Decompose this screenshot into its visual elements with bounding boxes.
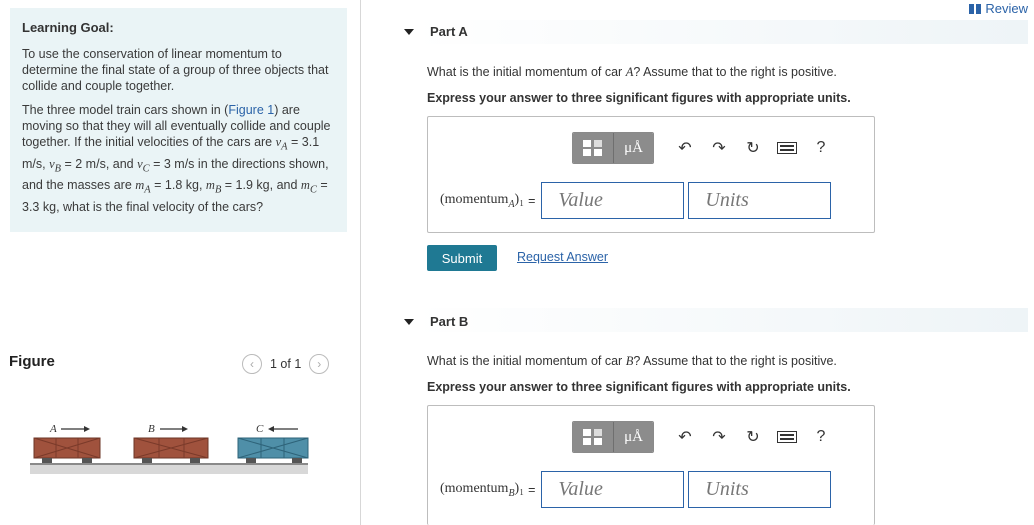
templates-button[interactable] xyxy=(573,422,613,452)
velocity-c-value: = 3 m/s xyxy=(149,156,195,171)
part-a-units-input[interactable]: Units xyxy=(688,182,832,219)
part-a-header-bar xyxy=(414,20,1028,44)
problem-statement: The three model train cars shown in (Fig… xyxy=(22,103,331,214)
keyboard-icon[interactable] xyxy=(770,422,804,452)
mass-a-value: = 1.8 kg xyxy=(150,178,199,192)
car-c: C xyxy=(237,423,309,463)
submit-button[interactable]: Submit xyxy=(427,245,497,271)
part-b-instruction: Express your answer to three significant… xyxy=(427,380,851,394)
part-a-header[interactable]: Part A xyxy=(404,24,468,39)
equals-sign: = xyxy=(528,193,536,208)
figure-pager: ‹ 1 of 1 › xyxy=(242,354,330,374)
undo-icon[interactable]: ↶ xyxy=(668,422,702,452)
train-cars-figure: A B C xyxy=(30,423,309,474)
redo-icon[interactable]: ↷ xyxy=(702,133,736,163)
panel-divider xyxy=(360,0,361,525)
review-label: Review xyxy=(985,1,1028,16)
part-a-title: Part A xyxy=(430,24,468,39)
templates-button[interactable] xyxy=(573,133,613,163)
template-buttons: μÅ xyxy=(572,421,654,453)
velocity-a-symbol: vA xyxy=(275,135,288,153)
collapse-triangle-icon xyxy=(404,318,414,325)
templates-icon xyxy=(583,429,602,445)
velocity-c-symbol: vC xyxy=(137,156,150,175)
help-icon[interactable]: ? xyxy=(804,133,838,163)
help-icon[interactable]: ? xyxy=(804,422,838,452)
part-a-answer-box: μÅ ↶ ↷ ↻ ? (momentumA)₁ = Value Units xyxy=(427,116,875,233)
car-b: B xyxy=(133,423,209,463)
units-button[interactable]: μÅ xyxy=(613,133,653,163)
part-b-answer-row: (momentumB)₁ = Value Units xyxy=(440,471,835,508)
track-bed xyxy=(30,464,308,474)
review-icon xyxy=(969,3,982,14)
part-b-title: Part B xyxy=(430,314,469,329)
statement-text: The three model train cars shown in ( xyxy=(22,103,229,117)
figure-title: Figure xyxy=(9,353,55,370)
part-b-question: What is the initial momentum of car B? A… xyxy=(427,354,837,368)
part-b-answer-box: μÅ ↶ ↷ ↻ ? (momentumB)₁ = Value Units xyxy=(427,405,875,525)
collapse-triangle-icon xyxy=(404,28,414,35)
keyboard-icon[interactable] xyxy=(770,133,804,163)
reset-icon[interactable]: ↻ xyxy=(736,133,770,163)
units-symbol: μÅ xyxy=(624,428,643,445)
part-b-header-bar xyxy=(414,308,1028,332)
mass-b-symbol: mB xyxy=(205,178,222,196)
part-a-lhs: (momentumA)₁ xyxy=(440,191,525,210)
part-a-question: What is the initial momentum of car A? A… xyxy=(427,65,837,79)
prev-figure-button[interactable]: ‹ xyxy=(242,354,262,374)
car-a-label: A xyxy=(49,423,57,435)
car-b-label: B xyxy=(148,423,155,435)
learning-goal-text: To use the conservation of linear moment… xyxy=(22,47,329,93)
request-answer-link[interactable]: Request Answer xyxy=(517,250,608,264)
units-button[interactable]: μÅ xyxy=(613,422,653,452)
part-b-value-input[interactable]: Value xyxy=(541,471,685,508)
mass-b-value: = 1.9 kg xyxy=(221,178,270,192)
part-b-lhs: (momentumB)₁ xyxy=(440,480,525,499)
templates-icon xyxy=(583,140,602,156)
figure-page-label: 1 of 1 xyxy=(270,357,302,371)
learning-goal-panel: Learning Goal: To use the conservation o… xyxy=(10,8,347,232)
part-b-toolbar: μÅ ↶ ↷ ↻ ? xyxy=(572,421,838,453)
part-a-toolbar: μÅ ↶ ↷ ↻ ? xyxy=(572,132,838,164)
review-link[interactable]: Review xyxy=(969,1,1028,16)
velocity-b-value: = 2 m/s xyxy=(61,156,106,171)
part-a-answer-row: (momentumA)₁ = Value Units xyxy=(440,182,835,219)
part-a-instruction: Express your answer to three significant… xyxy=(427,91,851,105)
units-symbol: μÅ xyxy=(624,139,643,156)
part-a-value-input[interactable]: Value xyxy=(541,182,685,219)
undo-icon[interactable]: ↶ xyxy=(668,133,702,163)
template-buttons: μÅ xyxy=(572,132,654,164)
figure-link[interactable]: Figure 1 xyxy=(228,103,274,117)
equals-sign: = xyxy=(528,482,536,497)
learning-goal-title: Learning Goal: xyxy=(22,20,114,35)
car-c-label: C xyxy=(256,423,264,435)
car-a: A xyxy=(33,423,101,463)
redo-icon[interactable]: ↷ xyxy=(702,422,736,452)
reset-icon[interactable]: ↻ xyxy=(736,422,770,452)
mass-a-symbol: mA xyxy=(135,178,151,196)
velocity-b-symbol: vB xyxy=(49,156,62,175)
next-figure-button[interactable]: › xyxy=(309,354,330,374)
statement-text: , what is the final velocity of the cars… xyxy=(56,199,264,214)
mass-c-symbol: mC xyxy=(300,178,317,196)
part-b-units-input[interactable]: Units xyxy=(688,471,832,508)
part-b-header[interactable]: Part B xyxy=(404,314,468,329)
